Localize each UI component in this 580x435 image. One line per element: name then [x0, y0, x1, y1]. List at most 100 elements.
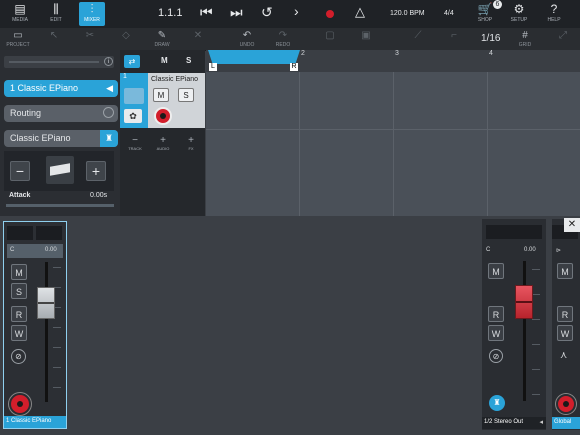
undo-icon: ↶: [242, 30, 252, 41]
global-write-button[interactable]: W: [557, 325, 573, 341]
output-fader-handle[interactable]: [515, 285, 533, 319]
output-mute-button[interactable]: M: [488, 263, 504, 279]
automation-tool[interactable]: ⟋: [400, 30, 436, 42]
global-record-button[interactable]: [556, 394, 576, 414]
play-icon[interactable]: ›: [294, 3, 299, 19]
channel-name: 1 Classic EPiano: [6, 418, 52, 424]
output-strip[interactable]: C 0.00 M R W ⊘ ♜ 1/2 Stereo Out ◂: [482, 219, 546, 430]
go-to-end-icon[interactable]: ⏭: [230, 4, 243, 21]
output-monitor-icon[interactable]: ⊘: [489, 349, 503, 363]
monitor-icon[interactable]: ⊘: [11, 349, 26, 364]
undo-label: UNDO: [239, 42, 255, 48]
bar-3-gridline: [393, 72, 394, 216]
attack-slider[interactable]: [6, 204, 114, 207]
global-automation-icon[interactable]: ⋏: [560, 350, 567, 361]
insert-slot-2[interactable]: [36, 226, 62, 240]
output-write-button[interactable]: W: [488, 325, 504, 341]
remove-track-button[interactable]: − TRACK: [126, 135, 144, 151]
insert-slot-1[interactable]: [7, 226, 33, 240]
instrument-panel: − +: [4, 151, 114, 191]
project-button[interactable]: ▭ PROJECT: [0, 30, 36, 48]
split-tool[interactable]: ✂: [72, 30, 108, 42]
routing-pill[interactable]: Routing: [4, 105, 118, 122]
global-mute-strip-button[interactable]: M: [557, 263, 573, 279]
keyboard-icon[interactable]: [124, 88, 144, 104]
undo-button[interactable]: ↶ UNDO: [229, 30, 265, 48]
bar-2-label: 2: [301, 50, 305, 57]
global-strip[interactable]: ⊳ M R W ⋏ Global: [552, 219, 580, 430]
zoom-tool[interactable]: ⤢: [545, 30, 580, 42]
channel-solo-button[interactable]: S: [11, 283, 27, 299]
track-mute-button[interactable]: M: [153, 88, 169, 102]
global-mute-button[interactable]: M: [161, 56, 168, 65]
previous-preset-button[interactable]: −: [10, 161, 30, 181]
go-to-start-icon[interactable]: ⏮: [200, 4, 213, 21]
grid-button[interactable]: # GRID: [507, 30, 543, 48]
channel-write-button[interactable]: W: [11, 325, 27, 341]
edit-button[interactable]: ⫼ EDIT: [42, 2, 70, 26]
media-button[interactable]: ▤ MEDIA: [6, 2, 34, 26]
global-name-bar[interactable]: Global: [552, 417, 580, 429]
track-list: ⇄ M S 1 ✿ Classic EPiano M S − TRACK + AUD…: [120, 50, 205, 216]
global-read-button[interactable]: R: [557, 306, 573, 322]
output-edit-icon[interactable]: ♜: [489, 395, 505, 411]
track-view-toggle-icon[interactable]: ⇄: [124, 55, 140, 68]
instrument-edit-icon[interactable]: ♜: [100, 130, 118, 147]
mixer-icon: ⫶: [90, 2, 94, 16]
pointer-tool[interactable]: ↖: [36, 30, 72, 42]
output-name-bar[interactable]: 1/2 Stereo Out ◂: [482, 417, 546, 429]
track-solo-button[interactable]: S: [178, 88, 194, 102]
draw-button[interactable]: ✎ DRAW: [144, 30, 180, 48]
paste-tool[interactable]: ▣: [348, 30, 384, 42]
instrument-icon[interactable]: ✿: [124, 109, 142, 123]
add-audio-button[interactable]: + AUDIO: [154, 135, 172, 151]
channel-record-button[interactable]: [9, 393, 31, 415]
redo-button[interactable]: ↷ REDO: [265, 30, 301, 48]
setup-label: SETUP: [510, 17, 528, 23]
paste-icon: ▣: [361, 30, 371, 41]
channel-read-button[interactable]: R: [11, 306, 27, 322]
left-locator[interactable]: L: [209, 63, 217, 71]
help-button[interactable]: ? HELP: [541, 2, 567, 26]
mixer-button[interactable]: ⫶ MIXER: [79, 2, 105, 26]
position-display[interactable]: 1.1.1: [158, 7, 182, 19]
track-name-pill[interactable]: 1 Classic EPiano ◀: [4, 80, 118, 97]
timeline-ruler[interactable]: L R 2 3 4: [206, 50, 580, 72]
shop-badge: 6: [493, 0, 502, 9]
output-insert-slot[interactable]: [486, 225, 542, 239]
channel-mute-button[interactable]: M: [11, 264, 27, 280]
time-signature[interactable]: 4/4: [444, 10, 454, 17]
track-record-button[interactable]: [154, 107, 172, 125]
info-icon[interactable]: i: [104, 57, 113, 66]
tempo-display[interactable]: 120.0 BPM: [390, 10, 425, 17]
right-locator[interactable]: R: [290, 63, 298, 71]
channel-name-bar[interactable]: 1 Classic EPiano: [4, 416, 66, 428]
global-solo-button[interactable]: S: [186, 56, 191, 65]
quantize-tool[interactable]: ⌐: [436, 30, 472, 42]
record-icon[interactable]: [326, 10, 334, 18]
output-read-button[interactable]: R: [488, 306, 504, 322]
metronome-icon[interactable]: △: [355, 4, 365, 20]
erase-tool[interactable]: ◇: [108, 30, 144, 42]
output-pan-volume-row[interactable]: C 0.00: [486, 246, 542, 258]
loop-icon[interactable]: ↺: [261, 4, 273, 21]
track-color-strip: 1 ✿: [120, 73, 148, 128]
pan-volume-row[interactable]: C 0.00: [7, 244, 63, 258]
channel-strip[interactable]: C 0.00 M S R W ⊘ 1 Classic EPiano: [3, 221, 67, 429]
instrument-thumbnail[interactable]: [46, 156, 74, 184]
copy-tool[interactable]: ▢: [312, 30, 348, 42]
setup-button[interactable]: ⚙ SETUP: [506, 2, 532, 26]
quantize-value[interactable]: 1/16: [481, 33, 500, 44]
loop-range[interactable]: [208, 50, 300, 64]
channel-fader-track[interactable]: [45, 262, 48, 402]
track-name-label: 1 Classic EPiano: [10, 83, 79, 93]
add-fx-button[interactable]: + FX: [182, 135, 200, 151]
channel-fader-handle[interactable]: [37, 287, 55, 319]
next-preset-button[interactable]: +: [86, 161, 106, 181]
close-mixer-icon[interactable]: ✕: [564, 218, 580, 232]
output-fader-track[interactable]: [523, 261, 526, 401]
instrument-pill[interactable]: Classic EPiano ♜: [4, 130, 118, 147]
inspector-slider[interactable]: [9, 61, 99, 63]
track-row[interactable]: 1 ✿ Classic EPiano M S: [120, 73, 205, 128]
mute-tool[interactable]: ✕: [180, 30, 216, 42]
